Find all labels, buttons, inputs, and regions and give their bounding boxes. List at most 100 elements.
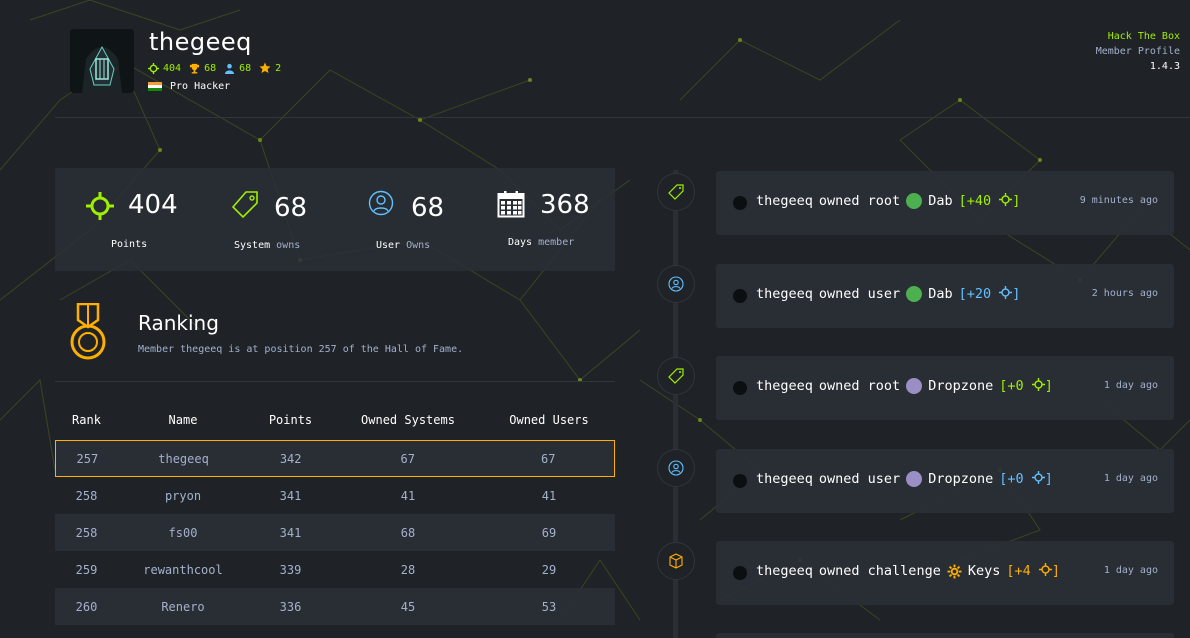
col-owned-users[interactable]: Owned Users bbox=[483, 413, 615, 427]
timeline-dot bbox=[657, 449, 695, 487]
crosshair-icon bbox=[86, 192, 114, 220]
user-circle-icon bbox=[368, 190, 394, 216]
username: thegeeq bbox=[149, 28, 252, 56]
activity-text: thegeeq owned user Dab [+20 ] bbox=[756, 286, 1021, 302]
avatar bbox=[732, 288, 748, 304]
activity-card[interactable]: thegeeq owned user Dropzone [+0 ] 1 day a… bbox=[716, 449, 1174, 513]
avatar[interactable] bbox=[70, 29, 134, 93]
crosshair-icon bbox=[1031, 378, 1045, 391]
avatar bbox=[732, 195, 748, 211]
col-name[interactable]: Name bbox=[118, 413, 248, 427]
points-earned: [+0 ] bbox=[999, 378, 1053, 394]
crosshair-icon bbox=[1031, 471, 1045, 484]
table-row[interactable]: 260 Renero 336 45 53 bbox=[55, 588, 615, 625]
hall-of-fame-table: Rank Name Points Owned Systems Owned Use… bbox=[55, 400, 615, 625]
machine-name[interactable]: Dropzone bbox=[928, 378, 993, 394]
stat-system-label: System owns bbox=[234, 240, 301, 251]
brand-name: Hack The Box bbox=[1107, 31, 1180, 42]
activity-card[interactable]: thegeeq owned user Dab [+20 ] 2 hours ago bbox=[716, 264, 1174, 328]
points-earned: [+20 ] bbox=[958, 286, 1021, 302]
mini-stats: 404 68 68 2 bbox=[148, 62, 281, 74]
points-earned: [+4 ] bbox=[1006, 563, 1061, 579]
stat-points: 404 Points bbox=[55, 168, 195, 271]
challenge-name[interactable]: Keys bbox=[968, 563, 1001, 579]
brand-subtitle: Member Profile bbox=[1095, 46, 1180, 57]
activity-text: thegeeq owned user Dropzone [+0 ] bbox=[756, 471, 1053, 487]
rank-line: Pro Hacker bbox=[148, 81, 230, 92]
stat-user-label: User Owns bbox=[376, 240, 431, 251]
timeline-dot bbox=[657, 173, 695, 211]
calendar-icon bbox=[497, 191, 525, 218]
header-divider bbox=[55, 117, 1190, 118]
stars-count: 2 bbox=[275, 62, 282, 74]
crosshair-icon bbox=[999, 286, 1013, 299]
ranking-divider bbox=[55, 381, 615, 382]
users-count: 68 bbox=[239, 62, 252, 74]
machine-icon bbox=[906, 378, 923, 394]
tag-icon bbox=[668, 184, 684, 200]
version: 1.4.3 bbox=[1149, 61, 1180, 72]
machine-icon bbox=[906, 286, 923, 302]
activity-time: 1 day ago bbox=[1103, 380, 1158, 391]
rank-name: Pro Hacker bbox=[170, 81, 231, 92]
col-rank[interactable]: Rank bbox=[55, 413, 118, 427]
stat-system-owns: 68 System owns bbox=[195, 168, 335, 271]
user-circle-icon bbox=[668, 460, 684, 476]
machine-icon bbox=[906, 193, 923, 209]
brand-block: Hack The Box Member Profile 1.4.3 bbox=[1096, 29, 1180, 74]
machine-name[interactable]: Dropzone bbox=[928, 471, 993, 487]
activity-card[interactable]: thegeeq owned root Dropzone [+0 ] 1 day a… bbox=[716, 356, 1174, 420]
machine-name[interactable]: Dab bbox=[928, 193, 952, 209]
activity-time: 9 minutes ago bbox=[1079, 195, 1158, 206]
tag-icon bbox=[231, 191, 258, 219]
activity-card[interactable]: thegeeq owned challenge Keys [+4 ] 1 day … bbox=[716, 541, 1174, 605]
gear-icon bbox=[947, 563, 962, 579]
activity-card[interactable]: thegeeq owned root Dab [+40 ] 9 minutes a… bbox=[716, 171, 1174, 235]
machine-icon bbox=[906, 471, 923, 487]
avatar bbox=[732, 473, 748, 489]
stat-points-label: Points bbox=[111, 239, 148, 250]
stat-user-owns: 68 User Owns bbox=[335, 168, 475, 271]
activity-time: 1 day ago bbox=[1103, 473, 1158, 484]
stat-user-value: 68 bbox=[411, 193, 445, 223]
timeline-dot bbox=[657, 542, 695, 580]
ranking-title: Ranking bbox=[138, 311, 219, 335]
activity-text: thegeeq owned root Dab [+40 ] bbox=[756, 193, 1021, 209]
col-points[interactable]: Points bbox=[248, 413, 333, 427]
activity-text: thegeeq owned challenge Keys [+4 ] bbox=[756, 563, 1061, 579]
stats-panel: 404 Points 68 System owns 68 User Owns 3… bbox=[55, 168, 615, 271]
user-icon bbox=[225, 63, 235, 74]
stat-days-value: 368 bbox=[540, 190, 590, 220]
points-count: 404 bbox=[163, 62, 182, 74]
stat-days-member: 368 Days member bbox=[475, 168, 615, 271]
trophy-count: 68 bbox=[204, 62, 217, 74]
activity-time: 1 day ago bbox=[1103, 565, 1158, 576]
table-row[interactable]: 258 pryon 341 41 41 bbox=[55, 477, 615, 514]
trophy-icon bbox=[189, 63, 200, 74]
star-icon bbox=[259, 62, 271, 73]
user-circle-icon bbox=[668, 276, 684, 292]
crosshair-icon bbox=[1038, 563, 1052, 576]
activity-text: thegeeq owned root Dropzone [+0 ] bbox=[756, 378, 1053, 394]
crosshair-icon bbox=[148, 62, 159, 74]
table-row-current-user[interactable]: 257 thegeeq 342 67 67 bbox=[55, 440, 615, 477]
crosshair-icon bbox=[999, 193, 1013, 206]
stat-points-value: 404 bbox=[128, 190, 178, 220]
table-row[interactable]: 258 fs00 341 68 69 bbox=[55, 514, 615, 551]
activity-card[interactable] bbox=[716, 633, 1174, 638]
col-owned-systems[interactable]: Owned Systems bbox=[333, 413, 483, 427]
points-earned: [+40 ] bbox=[958, 193, 1021, 209]
table-header: Rank Name Points Owned Systems Owned Use… bbox=[55, 400, 615, 440]
stat-days-label: Days member bbox=[508, 237, 575, 248]
table-row[interactable]: 259 rewanthcool 339 28 29 bbox=[55, 551, 615, 588]
ranking-subtitle: Member thegeeq is at position 257 of the… bbox=[138, 344, 464, 355]
timeline-dot bbox=[657, 357, 695, 395]
tag-icon bbox=[668, 368, 684, 384]
box-icon bbox=[669, 553, 683, 569]
points-earned: [+0 ] bbox=[999, 471, 1053, 487]
activity-time: 2 hours ago bbox=[1091, 288, 1158, 299]
india-flag-icon bbox=[148, 81, 162, 92]
machine-name[interactable]: Dab bbox=[928, 286, 952, 302]
avatar bbox=[732, 380, 748, 396]
medal-icon bbox=[70, 303, 106, 360]
